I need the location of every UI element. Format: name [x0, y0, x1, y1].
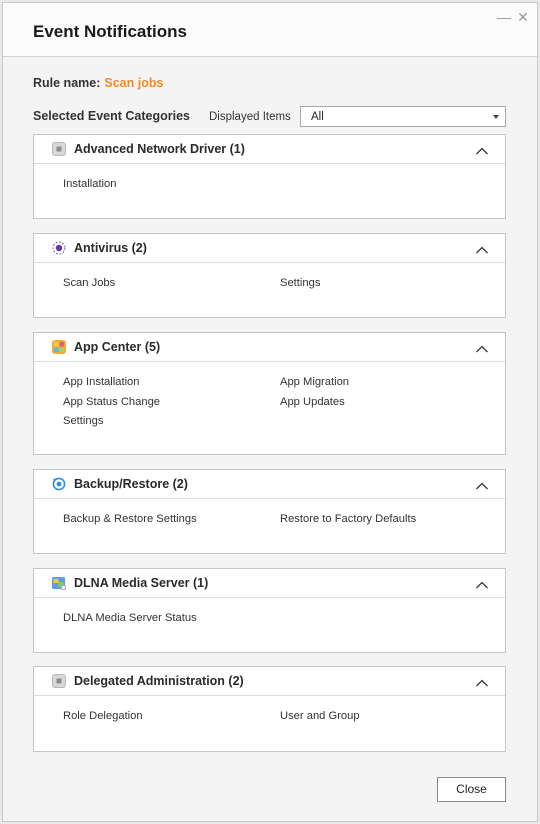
chevron-up-icon[interactable]: [475, 478, 489, 490]
displayed-items-value: All: [311, 111, 324, 123]
panel-items: DLNA Media Server Status: [63, 612, 495, 625]
panel-title: Antivirus (2): [74, 241, 147, 255]
event-item: App Migration: [280, 376, 350, 388]
displayed-items-label: Displayed Items: [209, 111, 291, 123]
event-category-panel: DLNA Media Server (1) DLNA Media Server S…: [33, 568, 506, 653]
panel-title: Backup/Restore (2): [74, 477, 188, 491]
event-category-panel: Backup/Restore (2) Backup & Restore Setti…: [33, 469, 506, 554]
event-item: App Installation: [63, 376, 140, 388]
event-category-panel: App Center (5) App Installation App Migrat…: [33, 332, 506, 455]
event-item: Scan Jobs: [63, 277, 116, 289]
selected-event-categories-label: Selected Event Categories: [33, 109, 191, 123]
panel-items: Backup & Restore Settings Restore to Fact…: [63, 513, 495, 526]
panel-header[interactable]: DLNA Media Server (1): [34, 569, 505, 598]
chevron-up-icon[interactable]: [475, 675, 489, 687]
dialog-header: Event Notifications: [3, 3, 537, 57]
event-item: App Updates: [280, 395, 345, 408]
panel-items: App Installation App Migration App Status …: [63, 376, 495, 428]
chevron-up-icon[interactable]: [475, 242, 489, 254]
app-center-icon: [52, 340, 66, 354]
displayed-items-select[interactable]: All: [300, 106, 506, 127]
close-button[interactable]: Close: [437, 777, 506, 802]
panel-title: DLNA Media Server (1): [74, 576, 209, 590]
event-category-panel: Advanced Network Driver (1) Installation: [33, 134, 506, 219]
chevron-up-icon[interactable]: [475, 577, 489, 589]
delegated-administration-icon: [52, 674, 66, 688]
event-item: Installation: [63, 178, 117, 190]
panel-header[interactable]: Antivirus (2): [34, 234, 505, 263]
event-item: Restore to Factory Defaults: [280, 513, 417, 525]
network-driver-icon: [52, 142, 66, 156]
panel-title: App Center (5): [74, 340, 161, 354]
close-icon[interactable]: ✕: [517, 10, 529, 24]
event-category-panel: Antivirus (2) Scan Jobs Settings: [33, 233, 506, 318]
event-item: Settings: [280, 277, 321, 289]
event-item: Role Delegation: [63, 710, 143, 722]
dropdown-caret-icon: [493, 115, 499, 119]
chevron-up-icon[interactable]: [475, 143, 489, 155]
panel-header[interactable]: App Center (5): [34, 333, 505, 362]
panel-header[interactable]: Delegated Administration (2): [34, 667, 505, 696]
rule-name-value: Scan jobs: [104, 76, 164, 90]
dlna-media-server-icon: [52, 576, 67, 591]
backup-restore-icon: [52, 477, 66, 491]
dialog-title: Event Notifications: [33, 22, 187, 41]
panel-items: Installation: [63, 178, 495, 191]
window-controls: — ✕: [497, 10, 529, 24]
categories-row: Selected Event Categories Displayed Item…: [33, 106, 507, 130]
rule-name-label: Rule name:: [33, 76, 101, 90]
panel-header[interactable]: Backup/Restore (2): [34, 470, 505, 499]
minimize-icon[interactable]: —: [497, 10, 511, 24]
antivirus-icon: [52, 241, 66, 255]
panel-title: Advanced Network Driver (1): [74, 142, 245, 156]
panel-items: Scan Jobs Settings: [63, 277, 495, 290]
event-category-panel: Delegated Administration (2) Role Delegat…: [33, 666, 506, 752]
panel-items: Role Delegation User and Group: [63, 710, 495, 723]
panel-title: Delegated Administration (2): [74, 674, 244, 688]
event-notifications-dialog: Event Notifications — ✕ Rule name: Scan j…: [2, 2, 538, 822]
panel-header[interactable]: Advanced Network Driver (1): [34, 135, 505, 164]
chevron-up-icon[interactable]: [475, 341, 489, 353]
event-item: User and Group: [280, 710, 360, 722]
event-item: Backup & Restore Settings: [63, 513, 197, 525]
event-item: Settings: [63, 415, 104, 427]
event-item: DLNA Media Server Status: [63, 612, 197, 624]
event-item: App Status Change: [63, 395, 161, 408]
rule-name-row: Rule name: Scan jobs: [33, 76, 163, 90]
